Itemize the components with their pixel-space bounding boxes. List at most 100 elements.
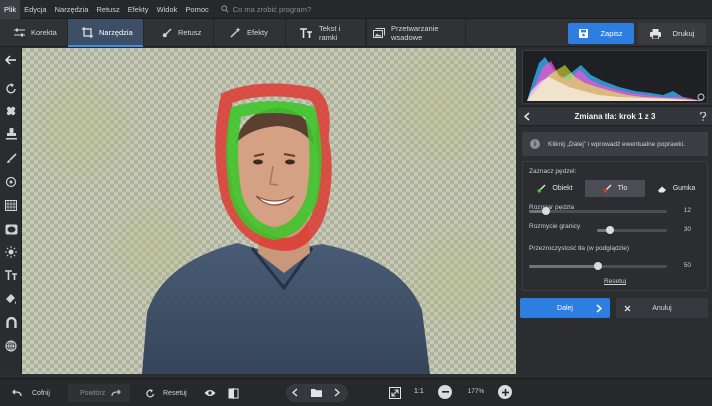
- brush-background-button[interactable]: Tło: [585, 180, 645, 197]
- next-label: Dalej: [557, 304, 573, 312]
- search-placeholder: Co ma zrobić program?: [232, 4, 312, 14]
- sliders-icon: [14, 28, 25, 37]
- opacity-label: Przezroczystość tła (w podglądzie): [529, 245, 630, 252]
- step-back-button[interactable]: [518, 111, 536, 121]
- menu-effects[interactable]: Efekty: [124, 0, 153, 19]
- vignette-icon[interactable]: [3, 221, 19, 237]
- save-button[interactable]: Zapisz: [568, 23, 634, 44]
- chevron-left-icon: [291, 388, 298, 397]
- menu-tools[interactable]: Narzędzia: [51, 0, 93, 19]
- zoom-out-button[interactable]: [438, 385, 452, 399]
- cancel-button[interactable]: Anuluj: [616, 298, 708, 318]
- main-toolbar: Korekta Narzędzia Retusz Efekty Tekst i …: [0, 18, 712, 47]
- rotate-icon[interactable]: [3, 80, 19, 96]
- blur-value: 30: [683, 226, 691, 233]
- blur-slider-knob[interactable]: [605, 226, 614, 234]
- zoom-in-button[interactable]: [498, 385, 512, 399]
- undo-button[interactable]: Cofnij: [12, 384, 50, 402]
- size-value: 12: [683, 207, 691, 214]
- fit-screen-button[interactable]: [389, 384, 401, 402]
- paint-bucket-icon[interactable]: [3, 291, 19, 307]
- bandage-icon[interactable]: [3, 103, 19, 119]
- back-arrow-icon[interactable]: [3, 52, 19, 68]
- histogram: [522, 50, 708, 104]
- red-brush-icon: [603, 184, 612, 193]
- help-icon: [699, 111, 707, 121]
- reset-all-label: Resetuj: [163, 389, 187, 397]
- hint-box: i Kliknij „Dalej” i wprowadź ewentualne …: [522, 132, 708, 156]
- tab-tools[interactable]: Narzędzia: [68, 18, 144, 47]
- tab-batch[interactable]: Przetwarzanie wsadowe: [366, 18, 466, 47]
- tab-correction[interactable]: Korekta: [0, 18, 68, 47]
- folder-icon: [311, 389, 322, 397]
- reset-icon: [146, 388, 155, 397]
- reset-all-button[interactable]: Resetuj: [146, 384, 187, 402]
- menu-help[interactable]: Pomoc: [181, 0, 212, 19]
- step-title: Zmiana tła: krok 1 z 3: [574, 111, 656, 121]
- cancel-label: Anuluj: [652, 304, 672, 312]
- redo-icon: [111, 389, 122, 397]
- chevron-left-icon: [524, 111, 530, 121]
- previous-photo-button[interactable]: [291, 388, 298, 399]
- brush-eraser-button[interactable]: Gumka: [647, 180, 705, 197]
- tab-effects[interactable]: Efekty: [214, 18, 286, 47]
- tab-correction-label: Korekta: [31, 28, 57, 37]
- step-help-button[interactable]: [694, 111, 712, 121]
- print-button[interactable]: Drukuj: [638, 23, 706, 44]
- menu-bar: Plik Edycja Narzędzia Retusz Efekty Wido…: [0, 0, 712, 19]
- tool-rail: [0, 48, 22, 374]
- blur-label: Rozmycie granicy: [529, 223, 581, 230]
- menu-edit[interactable]: Edycja: [20, 0, 51, 19]
- blur-slider[interactable]: [597, 226, 667, 234]
- tab-text-frames-label: Tekst i ramki: [319, 23, 341, 42]
- tab-retouch-label: Retusz: [178, 28, 202, 37]
- size-slider-knob[interactable]: [541, 207, 550, 215]
- photo-preview: [22, 48, 516, 374]
- tab-retouch[interactable]: Retusz: [144, 18, 214, 47]
- gradient-filter-icon[interactable]: [3, 197, 19, 213]
- crop-icon: [82, 27, 93, 38]
- fit-icon: [389, 387, 401, 399]
- redo-button[interactable]: Powtórz: [68, 384, 130, 402]
- opacity-slider[interactable]: [529, 262, 667, 270]
- chevron-right-icon: [334, 388, 341, 397]
- brush-object-button[interactable]: Obiekt: [527, 180, 583, 197]
- zoom-level[interactable]: 177%: [458, 388, 494, 395]
- magnet-icon[interactable]: [3, 314, 19, 330]
- menu-file[interactable]: Plik: [0, 0, 21, 19]
- tab-text-frames[interactable]: Tekst i ramki: [286, 18, 366, 47]
- save-label: Zapisz: [600, 29, 623, 38]
- tab-tools-label: Narzędzia: [99, 28, 133, 37]
- photo-navigation: [286, 384, 348, 402]
- open-folder-button[interactable]: [311, 388, 322, 399]
- menu-view[interactable]: Widok: [153, 0, 182, 19]
- chevron-right-icon: [596, 303, 602, 313]
- light-icon[interactable]: [3, 244, 19, 260]
- next-photo-button[interactable]: [334, 388, 341, 399]
- menu-retouch[interactable]: Retusz: [92, 0, 123, 19]
- photo-canvas[interactable]: [22, 48, 516, 374]
- reset-link[interactable]: Resetuj: [523, 278, 707, 285]
- step-header: Zmiana tła: krok 1 z 3: [518, 106, 712, 126]
- stamp-icon[interactable]: [3, 126, 19, 142]
- compare-toggle[interactable]: [228, 384, 239, 402]
- paintbrush-icon[interactable]: [3, 150, 19, 166]
- preview-toggle[interactable]: [204, 384, 216, 402]
- undo-icon: [12, 389, 22, 397]
- text-tool-icon[interactable]: [3, 267, 19, 283]
- search-icon: [221, 5, 229, 13]
- tab-batch-label: Przetwarzanie wsadowe: [391, 23, 439, 42]
- green-brush-icon: [537, 184, 546, 193]
- text-icon: [300, 27, 312, 38]
- size-slider[interactable]: [529, 207, 667, 215]
- printer-icon: [649, 28, 661, 39]
- brush-heading: Zaznacz pędzel:: [529, 168, 577, 175]
- actual-size-button[interactable]: 1:1: [414, 388, 424, 395]
- help-search[interactable]: Co ma zrobić program?: [221, 5, 311, 14]
- compare-icon: [228, 387, 239, 399]
- radial-filter-icon[interactable]: [3, 174, 19, 190]
- globe-icon[interactable]: [3, 338, 19, 354]
- opacity-slider-knob[interactable]: [594, 262, 602, 270]
- redo-label: Powtórz: [80, 389, 106, 397]
- next-button[interactable]: Dalej: [520, 298, 610, 318]
